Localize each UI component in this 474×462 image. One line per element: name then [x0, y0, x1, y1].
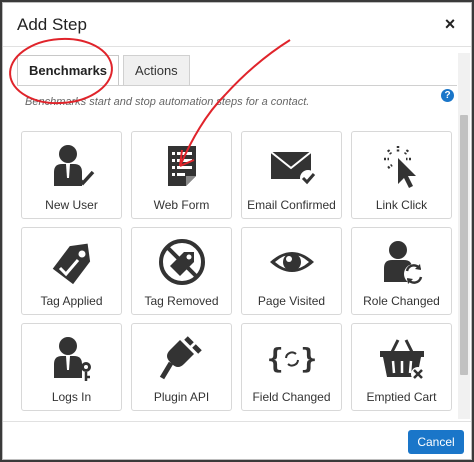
card-email-confirmed[interactable]: Email Confirmed — [241, 131, 342, 219]
card-label: New User — [45, 198, 98, 212]
close-icon[interactable]: × — [441, 15, 459, 33]
tab-description: Benchmarks start and stop automation ste… — [25, 96, 310, 108]
card-label: Tag Applied — [40, 294, 103, 308]
card-label: Field Changed — [252, 390, 331, 404]
tab-actions[interactable]: Actions — [123, 55, 190, 85]
new-user-icon — [53, 145, 94, 186]
field-changed-icon: { } — [268, 342, 316, 375]
card-label: Email Confirmed — [247, 198, 336, 212]
cancel-button[interactable]: Cancel — [408, 430, 464, 454]
scrollbar[interactable] — [458, 53, 470, 419]
dialog-title: Add Step — [17, 15, 87, 34]
card-label: Plugin API — [153, 390, 210, 404]
link-click-icon — [383, 146, 416, 188]
card-web-form[interactable]: Web Form — [131, 131, 232, 219]
card-label: Logs In — [51, 390, 92, 404]
web-form-icon — [167, 146, 196, 186]
card-label: Emptied Cart — [366, 390, 437, 404]
tag-applied-icon — [52, 243, 90, 285]
card-label: Link Click — [375, 198, 428, 212]
add-step-dialog: Add Step × Benchmarks Actions Benchmarks… — [2, 2, 472, 460]
benchmark-grid: New User Web Form Email Confirmed Link C… — [21, 131, 453, 411]
svg-text:{ }: { } — [268, 342, 316, 375]
card-tag-removed[interactable]: Tag Removed — [131, 227, 232, 315]
tab-divider — [17, 85, 457, 86]
plugin-api-icon — [159, 336, 202, 380]
card-new-user[interactable]: New User — [21, 131, 122, 219]
page-visited-icon — [269, 252, 314, 272]
dialog-header: Add Step × — [3, 3, 471, 47]
emptied-cart-icon — [379, 339, 425, 381]
card-label: Tag Removed — [144, 294, 219, 308]
scroll-thumb[interactable] — [460, 115, 468, 375]
tag-removed-icon — [158, 239, 205, 285]
card-tag-applied[interactable]: Tag Applied — [21, 227, 122, 315]
card-label: Role Changed — [363, 294, 440, 308]
help-icon[interactable]: ? — [441, 89, 454, 102]
card-role-changed[interactable]: Role Changed — [351, 227, 452, 315]
card-emptied-cart[interactable]: Emptied Cart — [351, 323, 452, 411]
role-changed-icon — [383, 241, 424, 284]
tab-bar: Benchmarks Actions — [17, 55, 190, 85]
card-label: Web Form — [153, 198, 210, 212]
card-logs-in[interactable]: Logs In — [21, 323, 122, 411]
card-page-visited[interactable]: Page Visited — [241, 227, 342, 315]
card-link-click[interactable]: Link Click — [351, 131, 452, 219]
logs-in-icon — [53, 337, 91, 381]
card-plugin-api[interactable]: Plugin API — [131, 323, 232, 411]
email-confirmed-icon — [269, 151, 316, 186]
card-field-changed[interactable]: { } Field Changed — [241, 323, 342, 411]
dialog-footer: Cancel — [3, 421, 471, 459]
tab-benchmarks[interactable]: Benchmarks — [17, 55, 120, 85]
card-label: Page Visited — [257, 294, 326, 308]
